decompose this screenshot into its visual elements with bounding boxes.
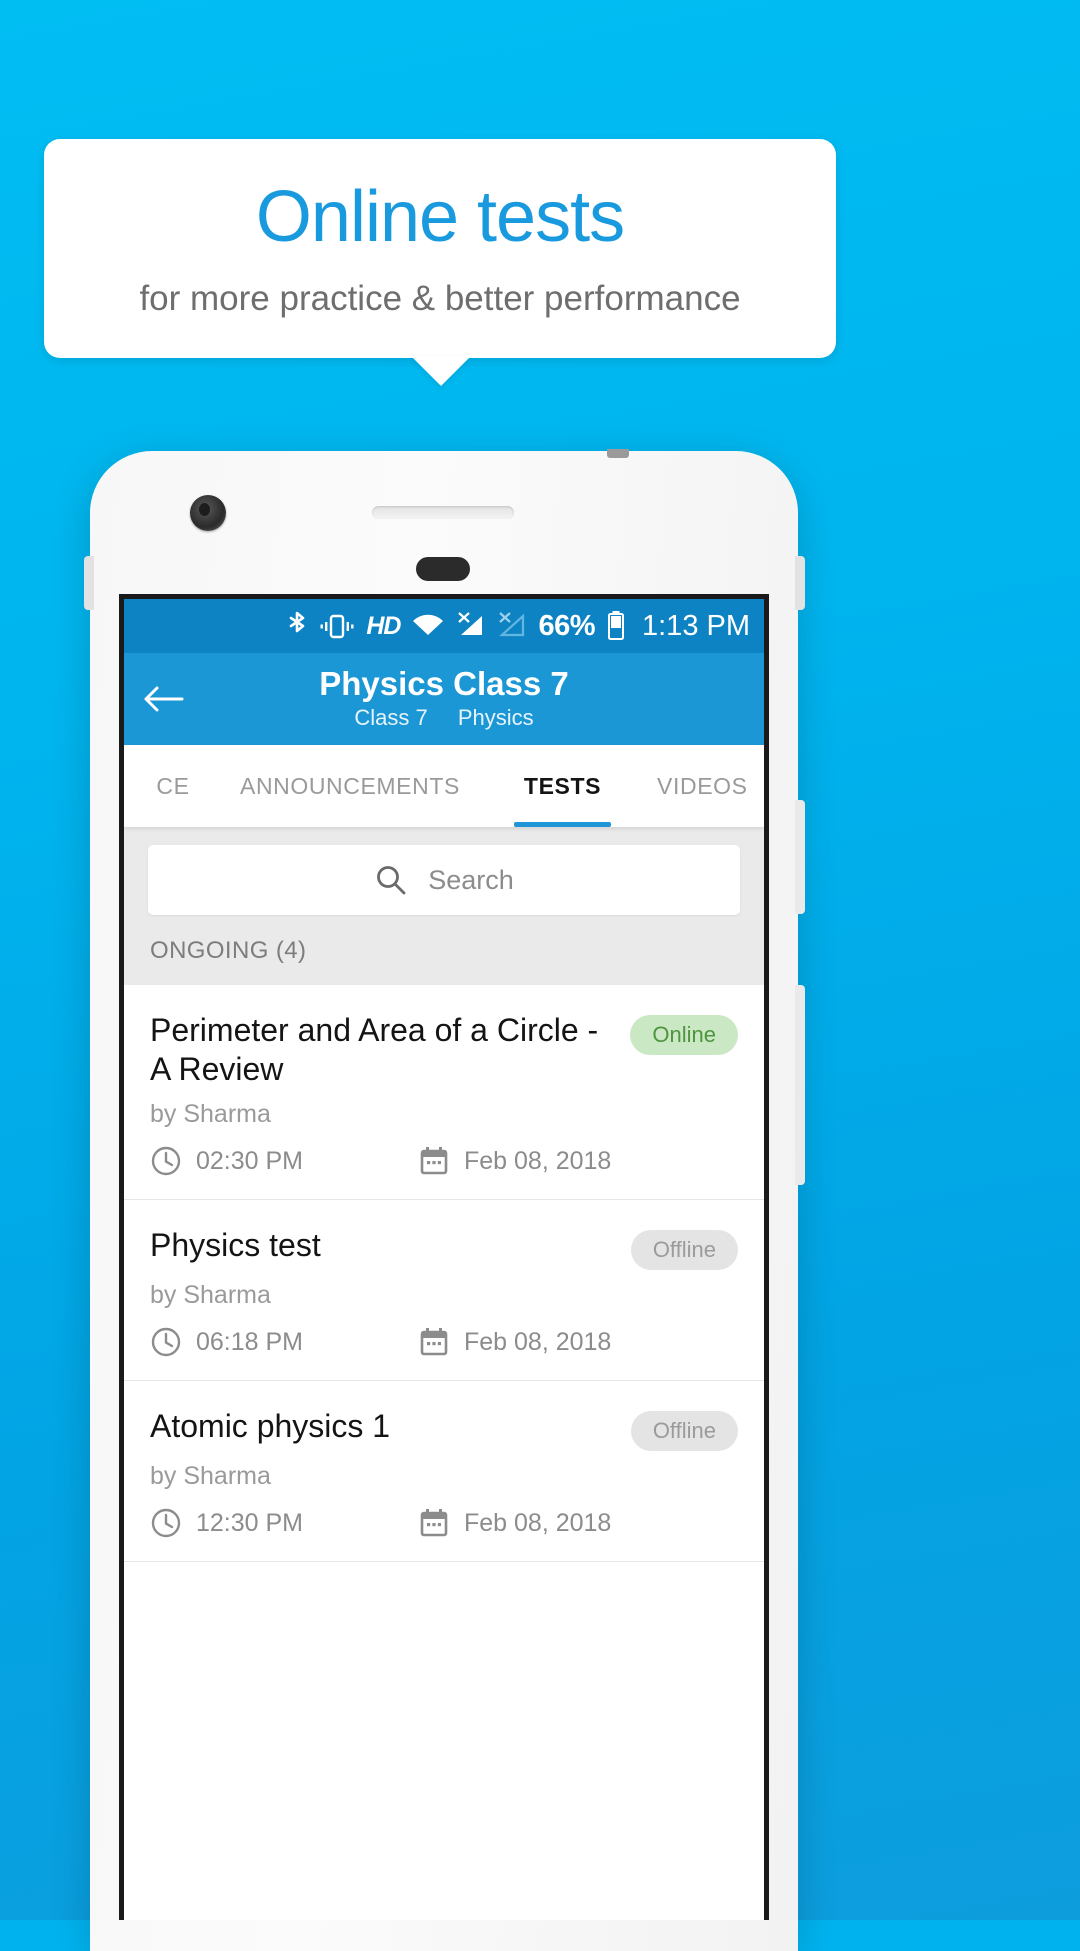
test-time-group: 12:30 PM [150, 1507, 418, 1539]
phone-volume-button [795, 800, 805, 914]
phone-power-button [795, 985, 805, 1185]
test-time: 06:18 PM [196, 1327, 304, 1356]
tab-videos[interactable]: VIDEOS [639, 745, 764, 827]
calendar-icon [418, 1326, 450, 1358]
test-time-group: 02:30 PM [150, 1145, 418, 1177]
back-button[interactable] [124, 683, 202, 715]
subtitle-subject: Physics [457, 705, 534, 731]
app-toolbar: Physics Class 7 Class 7 Physics [124, 653, 764, 745]
section-header-ongoing: ONGOING (4) [124, 931, 764, 985]
earpiece-speaker [372, 506, 514, 519]
phone-side-left [84, 556, 94, 610]
test-date: Feb 08, 2018 [464, 1327, 612, 1356]
test-date: Feb 08, 2018 [464, 1146, 612, 1175]
wifi-icon [411, 610, 445, 642]
proximity-sensor [416, 557, 470, 581]
subtitle-class: Class 7 [354, 705, 428, 731]
battery-icon [606, 610, 626, 642]
hd-icon: HD [366, 611, 401, 640]
test-title: Physics test [150, 1227, 321, 1264]
promo-callout-card: Online tests for more practice & better … [44, 139, 836, 358]
page-subtitle: Class 7 Physics [124, 705, 764, 731]
status-bar: HD 66% 1:13 PM [124, 599, 764, 653]
battery-percent-label: 66% [538, 609, 595, 642]
clock-icon [150, 1145, 182, 1177]
test-date-group: Feb 08, 2018 [418, 1326, 611, 1358]
search-placeholder: Search [428, 864, 514, 895]
calendar-icon [418, 1145, 450, 1177]
signal-no-sim-1-icon [456, 610, 486, 642]
tests-list: Perimeter and Area of a Circle - A Revie… [124, 985, 764, 1563]
test-author: by Sharma [150, 1281, 271, 1310]
clock-icon [150, 1507, 182, 1539]
test-date: Feb 08, 2018 [464, 1508, 612, 1537]
table-row[interactable]: Physics test Offline by Sharma 06:18 PM [124, 1200, 764, 1382]
search-icon [374, 863, 408, 897]
test-time: 12:30 PM [196, 1508, 304, 1537]
tab-tests[interactable]: TESTS [506, 745, 619, 827]
test-time: 02:30 PM [196, 1146, 304, 1175]
test-title: Atomic physics 1 [150, 1408, 391, 1445]
status-bar-clock: 1:13 PM [642, 609, 750, 642]
clock-icon [150, 1326, 182, 1358]
promo-title: Online tests [255, 177, 625, 257]
front-camera-icon [190, 495, 226, 531]
promo-callout-tail [411, 356, 471, 386]
promo-subtitle: for more practice & better performance [139, 279, 741, 318]
phone-side-right-top [795, 556, 805, 610]
tab-ce[interactable]: CE [124, 745, 222, 827]
status-badge: Offline [630, 1230, 738, 1271]
page-title: Physics Class 7 [319, 664, 569, 702]
test-date-group: Feb 08, 2018 [418, 1507, 611, 1539]
tab-announcements[interactable]: ANNOUNCEMENTS [222, 745, 478, 827]
test-author: by Sharma [150, 1462, 271, 1491]
test-title: Perimeter and Area of a Circle - A Revie… [150, 1012, 599, 1088]
test-time-group: 06:18 PM [150, 1326, 418, 1358]
calendar-icon [418, 1507, 450, 1539]
phone-top-notch [607, 449, 629, 458]
test-author: by Sharma [150, 1100, 271, 1129]
signal-no-sim-2-icon [497, 610, 527, 642]
bluetooth-icon [286, 610, 308, 642]
phone-screen: HD 66% 1:13 PM Physics Class 7 Class 7 P… [119, 594, 769, 1920]
search-input[interactable]: Search [148, 845, 740, 915]
tab-bar: CE ANNOUNCEMENTS TESTS VIDEOS [124, 745, 764, 827]
search-zone: Search [124, 827, 764, 931]
arrow-left-icon [142, 683, 184, 715]
vibrate-icon [319, 610, 355, 642]
toolbar-title-block: Physics Class 7 Class 7 Physics [124, 664, 764, 732]
status-badge: Online [630, 1015, 738, 1055]
table-row[interactable]: Perimeter and Area of a Circle - A Revie… [124, 985, 764, 1201]
table-row[interactable]: Atomic physics 1 Offline by Sharma 12:30… [124, 1381, 764, 1563]
status-badge: Offline [630, 1411, 738, 1452]
test-date-group: Feb 08, 2018 [418, 1145, 611, 1177]
